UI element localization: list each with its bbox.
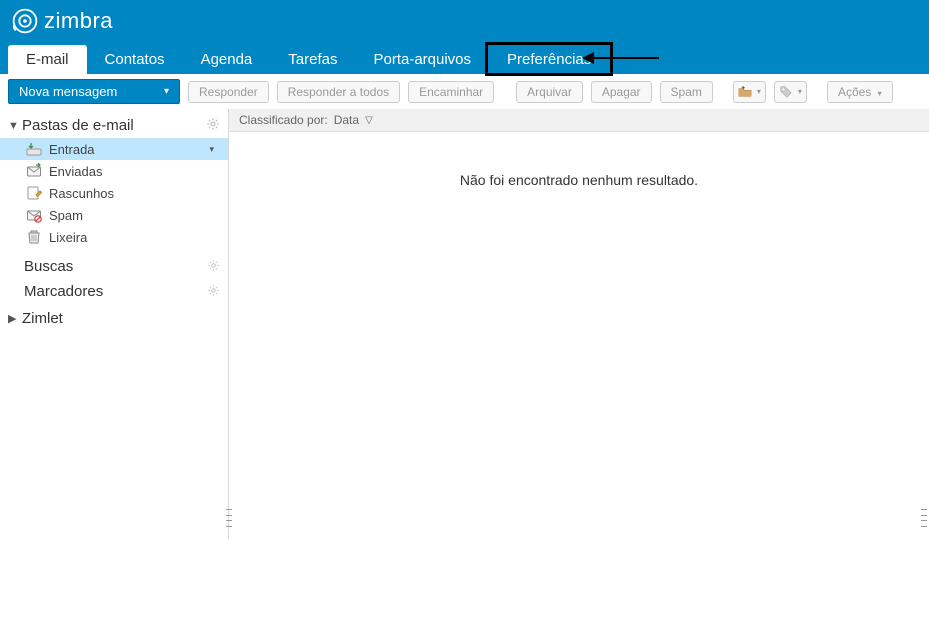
- trash-icon: [26, 229, 42, 245]
- sort-label: Classificado por:: [239, 113, 328, 127]
- collapse-icon: ▼: [8, 120, 22, 132]
- tab-contacts[interactable]: Contatos: [87, 45, 183, 74]
- folder-inbox[interactable]: Entrada ▾: [0, 138, 228, 160]
- tab-email[interactable]: E-mail: [8, 45, 87, 74]
- gear-icon[interactable]: [206, 117, 220, 134]
- sort-field: Data: [334, 113, 359, 127]
- reply-all-button[interactable]: Responder a todos: [277, 81, 400, 103]
- tab-calendar[interactable]: Agenda: [183, 45, 271, 74]
- tag-button[interactable]: ▾: [774, 81, 807, 103]
- forward-button[interactable]: Encaminhar: [408, 81, 494, 103]
- tab-label: E-mail: [26, 51, 69, 68]
- archive-button[interactable]: Arquivar: [516, 81, 583, 103]
- sidebar-searches[interactable]: Buscas: [0, 254, 228, 279]
- sent-icon: [26, 163, 42, 179]
- folder-sent[interactable]: Enviadas: [0, 160, 228, 182]
- tab-preferences[interactable]: Preferências: [489, 45, 609, 74]
- sort-arrow-icon: ▽: [365, 115, 373, 126]
- chevron-down-icon: ▾: [757, 87, 761, 96]
- tab-tasks[interactable]: Tarefas: [270, 45, 355, 74]
- toolbar: Nova mensagem ▾ Responder Responder a to…: [0, 74, 929, 109]
- section-label: Marcadores: [24, 283, 103, 300]
- chevron-down-icon: ▾: [164, 86, 169, 97]
- sidebar-folders-header[interactable]: ▼ Pastas de e-mail: [0, 113, 228, 138]
- sort-bar[interactable]: Classificado por: Data ▽: [229, 109, 929, 132]
- logo: zimbra: [12, 8, 113, 34]
- inbox-icon: [26, 141, 42, 157]
- folder-label: Entrada: [49, 142, 95, 157]
- folder-spam[interactable]: Spam: [0, 204, 228, 226]
- tab-label: Tarefas: [288, 51, 337, 68]
- tab-label: Contatos: [105, 51, 165, 68]
- folder-label: Enviadas: [49, 164, 102, 179]
- resize-grip-left[interactable]: [226, 507, 232, 529]
- compose-label: Nova mensagem: [19, 84, 117, 99]
- spam-icon: [26, 207, 42, 223]
- actions-label: Ações: [838, 85, 871, 99]
- move-to-folder-button[interactable]: ▾: [733, 81, 766, 103]
- sidebar-zimlet-header[interactable]: ▶ Zimlet: [0, 304, 228, 331]
- chevron-down-icon: ▾: [798, 87, 802, 96]
- section-label: Zimlet: [22, 310, 63, 327]
- expand-icon: ▶: [8, 312, 22, 325]
- sidebar: ▼ Pastas de e-mail Entrada ▾ Enviadas Ra…: [0, 109, 228, 539]
- gear-icon[interactable]: [207, 259, 220, 275]
- content-pane: Classificado por: Data ▽ Não foi encontr…: [228, 109, 929, 539]
- tab-briefcase[interactable]: Porta-arquivos: [355, 45, 489, 74]
- gear-icon[interactable]: [207, 284, 220, 300]
- folder-label: Rascunhos: [49, 186, 114, 201]
- delete-button[interactable]: Apagar: [591, 81, 652, 103]
- compose-button[interactable]: Nova mensagem ▾: [8, 79, 180, 104]
- actions-button[interactable]: Ações ▾: [827, 81, 893, 103]
- spam-button[interactable]: Spam: [660, 81, 713, 103]
- folder-label: Lixeira: [49, 230, 87, 245]
- empty-results-message: Não foi encontrado nenhum resultado.: [229, 132, 929, 188]
- reply-button[interactable]: Responder: [188, 81, 269, 103]
- folder-trash[interactable]: Lixeira: [0, 226, 228, 248]
- folder-label: Spam: [49, 208, 83, 223]
- resize-grip-right[interactable]: [921, 507, 927, 529]
- folder-drafts[interactable]: Rascunhos: [0, 182, 228, 204]
- zimbra-logo-icon: [12, 8, 38, 34]
- drafts-icon: [26, 185, 42, 201]
- sidebar-tags[interactable]: Marcadores: [0, 279, 228, 304]
- tab-label: Agenda: [201, 51, 253, 68]
- brand-text: zimbra: [44, 8, 113, 34]
- tab-label: Preferências: [507, 51, 591, 68]
- app-header: zimbra: [0, 0, 929, 42]
- chevron-down-icon: ▾: [878, 89, 882, 98]
- tag-icon: [779, 85, 793, 99]
- folder-move-icon: [738, 85, 752, 99]
- body: ▼ Pastas de e-mail Entrada ▾ Enviadas Ra…: [0, 109, 929, 539]
- tab-label: Porta-arquivos: [373, 51, 471, 68]
- main-tabs: E-mail Contatos Agenda Tarefas Porta-arq…: [0, 42, 929, 74]
- section-label: Pastas de e-mail: [22, 117, 134, 134]
- section-label: Buscas: [24, 258, 73, 275]
- chevron-down-icon[interactable]: ▾: [209, 144, 220, 155]
